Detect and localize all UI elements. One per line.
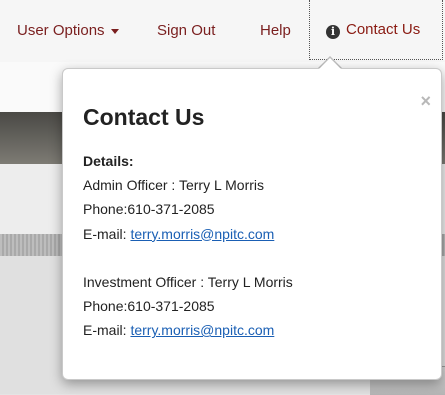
details-label: Details: [83,153,134,169]
admin-officer: Admin Officer : Terry L Morris [83,177,265,194]
user-options-menu[interactable]: User Options [17,22,119,40]
investment-email-label: E-mail: [83,322,131,339]
admin-email-label: E-mail: [83,225,131,242]
popover-title: Contact Us [83,104,205,130]
contact-us-label: Contact Us [346,21,421,38]
contact-us-tab[interactable]: i Contact Us [309,0,443,60]
contact-us-popover: × Contact Us Details: Admin Officer : Te… [62,68,442,380]
investment-officer: Investment Officer : Terry L Morris [83,273,293,290]
info-icon: i [326,25,340,39]
top-navigation-bar: User Options Sign Out Help i Contact Us [0,0,445,62]
admin-phone: Phone:610-371-2085 [83,201,215,218]
contact-details: Details: Admin Officer : Terry L Morris … [83,149,293,342]
sign-out-link[interactable]: Sign Out [157,22,215,40]
help-link[interactable]: Help [260,22,291,40]
popover-arrow [319,58,341,69]
admin-email-line: E-mail: terry.morris@npitc.com [83,222,293,246]
investment-email-line: E-mail: terry.morris@npitc.com [83,318,293,342]
investment-phone: Phone:610-371-2085 [83,297,215,314]
caret-down-icon [110,28,119,34]
user-options-label: User Options [17,22,105,39]
investment-email-link[interactable]: terry.morris@npitc.com [130,322,274,338]
close-icon[interactable]: × [420,92,431,110]
admin-email-link[interactable]: terry.morris@npitc.com [130,226,274,242]
